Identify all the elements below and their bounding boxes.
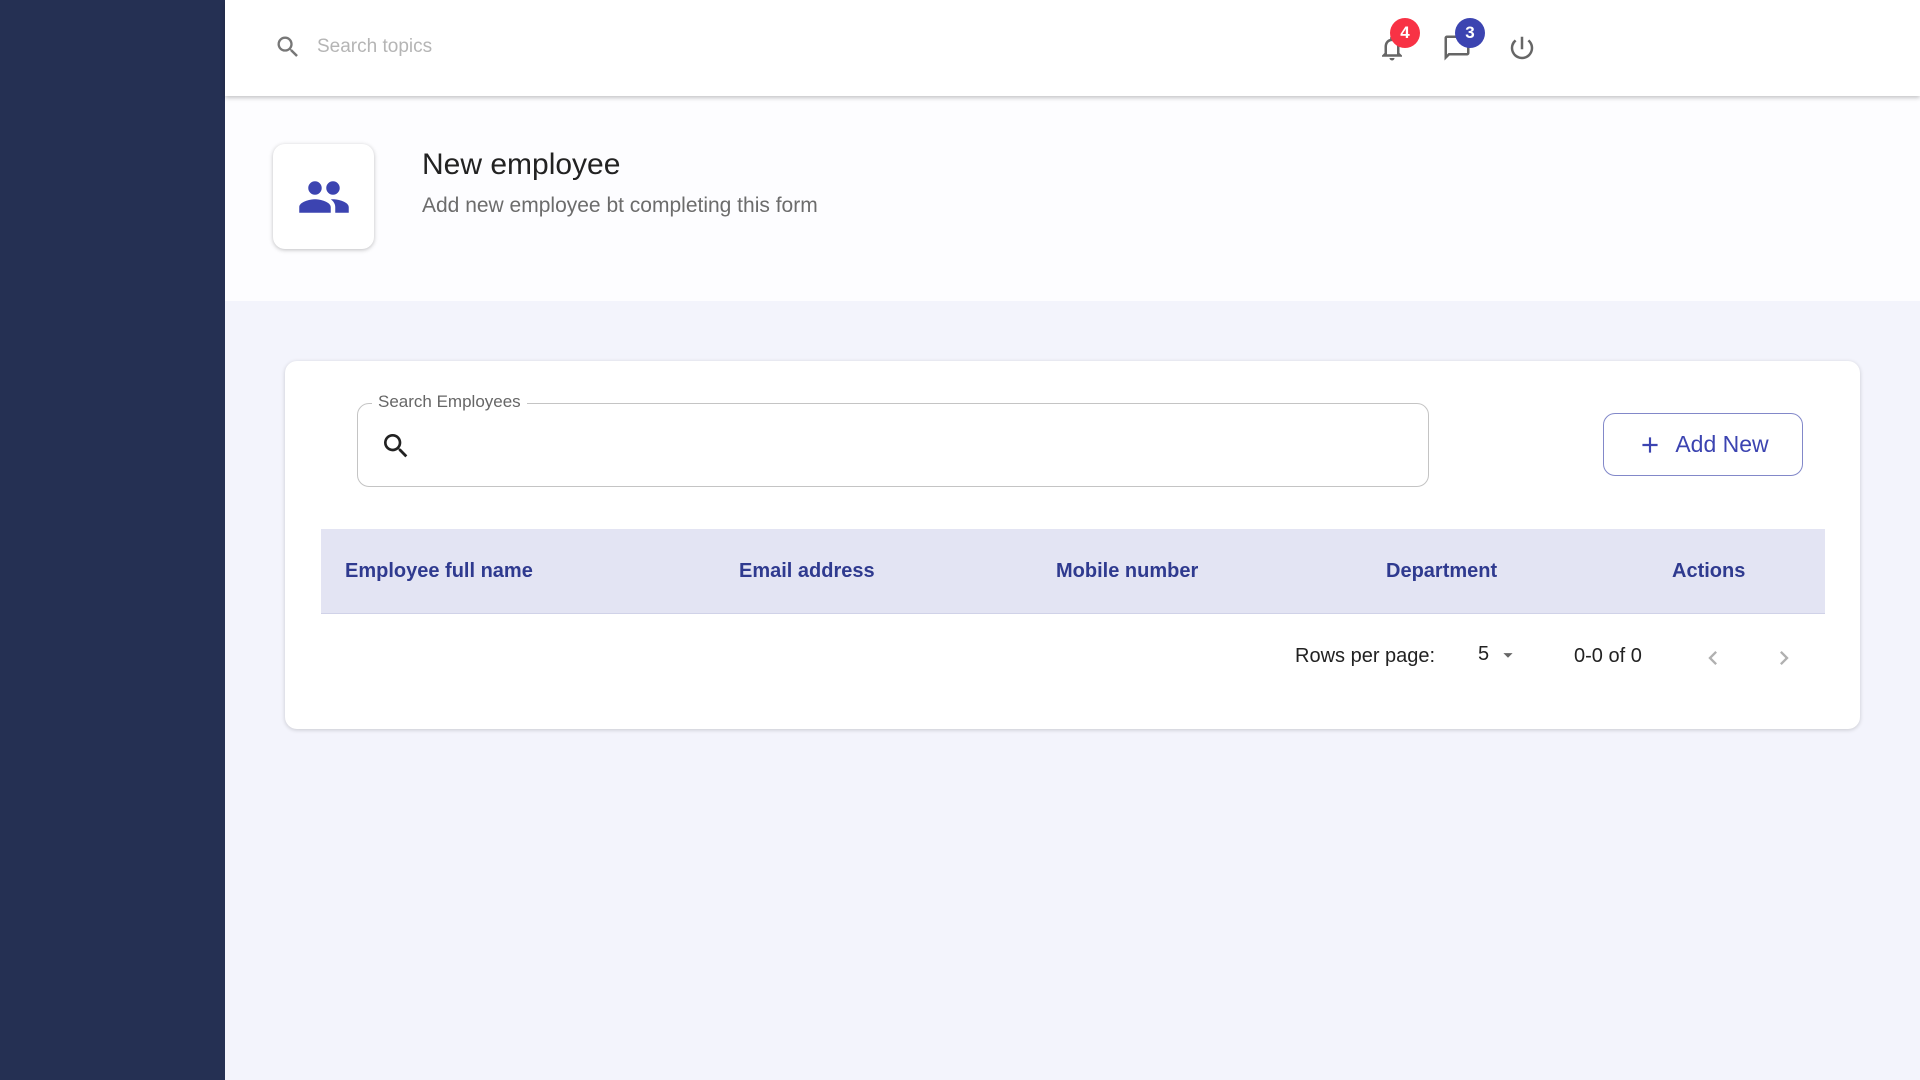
messages-button[interactable]: 3 bbox=[1435, 18, 1485, 70]
sidebar bbox=[0, 0, 225, 1080]
power-icon bbox=[1510, 36, 1534, 60]
column-header-actions: Actions bbox=[1672, 560, 1746, 582]
column-header-department[interactable]: Department bbox=[1386, 529, 1497, 614]
page-subtitle: Add new employee bt completing this form bbox=[422, 194, 818, 217]
table-pagination: Rows per page: 5 0-0 of 0 bbox=[285, 631, 1860, 681]
chevron-left-icon bbox=[1708, 651, 1717, 665]
top-bar: 4 3 bbox=[225, 0, 1920, 96]
notifications-button[interactable]: 4 bbox=[1370, 18, 1420, 70]
page-range: 0-0 of 0 bbox=[1574, 645, 1642, 667]
page-header: New employee Add new employee bt complet… bbox=[225, 96, 1920, 301]
add-new-label: Add New bbox=[1675, 431, 1769, 457]
plus-icon bbox=[1642, 436, 1658, 453]
rows-per-page-label: Rows per page: bbox=[1295, 645, 1436, 667]
column-header-name[interactable]: Employee full name bbox=[345, 529, 533, 614]
messages-badge: 3 bbox=[1455, 18, 1485, 48]
notifications-badge: 4 bbox=[1390, 18, 1420, 48]
column-header-email[interactable]: Email address bbox=[739, 529, 875, 614]
rows-per-page-value: 5 bbox=[1478, 643, 1490, 665]
employee-search-input[interactable] bbox=[424, 424, 1404, 468]
table-header-row: Employee full name Email address Mobile … bbox=[321, 529, 1825, 614]
people-icon bbox=[298, 180, 349, 213]
search-icon bbox=[277, 36, 298, 57]
dropdown-arrow-icon bbox=[1503, 652, 1513, 658]
logout-button[interactable] bbox=[1500, 26, 1544, 70]
page-icon-box bbox=[273, 144, 374, 249]
chevron-right-icon bbox=[1780, 651, 1789, 665]
rows-per-page-select[interactable]: 5 bbox=[1478, 643, 1519, 666]
add-new-button[interactable]: Add New bbox=[1603, 413, 1803, 476]
previous-page-button[interactable] bbox=[1696, 641, 1730, 675]
employee-search-label: Search Employees bbox=[372, 392, 527, 412]
page-title: New employee bbox=[422, 148, 621, 181]
search-icon bbox=[384, 434, 408, 458]
employees-card: Search Employees Add New Employee full n… bbox=[285, 361, 1860, 729]
column-header-mobile[interactable]: Mobile number bbox=[1056, 529, 1198, 614]
employee-search-field[interactable]: Search Employees bbox=[357, 392, 1429, 487]
topic-search-input[interactable] bbox=[315, 30, 815, 64]
next-page-button[interactable] bbox=[1767, 641, 1801, 675]
